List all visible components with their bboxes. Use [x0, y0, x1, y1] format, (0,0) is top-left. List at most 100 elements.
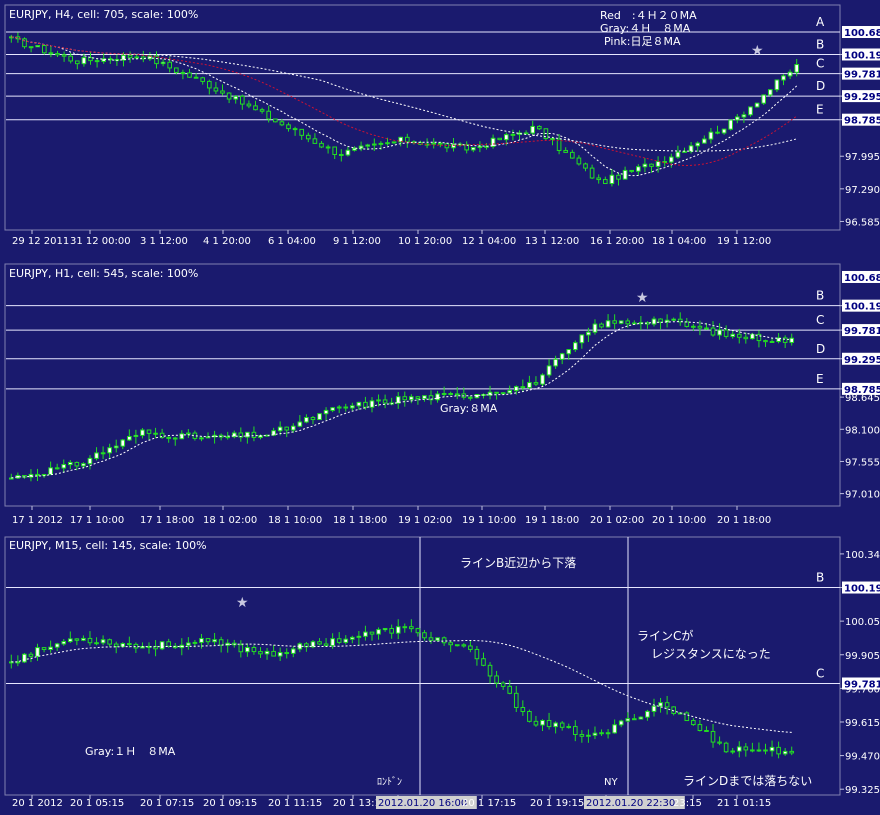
m15-candle-body: [363, 631, 368, 637]
m15-candle-body: [645, 710, 650, 718]
h1-candle-body: [61, 464, 67, 469]
h4-candle-body: [378, 142, 384, 145]
h4-candle-body: [81, 57, 87, 65]
h4-candle-body: [761, 94, 767, 104]
m15-price-tick-label: 100.340: [845, 550, 880, 561]
h4-candle-body: [477, 145, 483, 149]
h4-level-tag-label: 99.295: [844, 92, 880, 103]
h1-candle-body: [730, 333, 735, 337]
m15-candle-body: [776, 746, 781, 755]
h4-candle-body: [94, 60, 100, 63]
h4-candle-body: [180, 71, 186, 74]
m15-candle-body: [513, 692, 519, 709]
h4-time-tick-label: 16 1 20:00: [590, 236, 644, 247]
h1-candle-body: [527, 382, 532, 389]
m15-candle-body: [710, 730, 716, 743]
m15-candle-body: [271, 650, 276, 657]
m15-candle-body: [782, 750, 788, 755]
m15-candle-body: [638, 716, 644, 720]
h4-level-letter-c: C: [816, 57, 824, 71]
h1-candle-body: [81, 463, 86, 467]
h1-candle-body: [297, 421, 303, 427]
h1-candle-body: [697, 325, 703, 329]
h1-candle-body: [376, 399, 381, 402]
m15-star-marker: ★: [236, 595, 249, 611]
h4-candle-body: [470, 147, 476, 151]
m15-candle-body: [592, 732, 598, 736]
m15-candle-body: [87, 637, 93, 644]
h1-candle-body: [618, 320, 624, 324]
h1-candle-body: [74, 461, 80, 467]
m15-candle-body: [120, 643, 126, 647]
m15-candle-body: [330, 638, 335, 647]
h1-price-tick-label: 97.555: [845, 457, 880, 468]
h1-candle-body: [415, 396, 421, 400]
h4-candle-body: [510, 133, 516, 136]
m15-candle-body: [192, 641, 198, 644]
m15-candle-body: [166, 641, 171, 647]
h4-candle-body: [649, 163, 654, 167]
h4-candle-body: [160, 61, 166, 65]
h1-candle-body: [533, 382, 539, 385]
m15-candle-body: [107, 639, 112, 645]
m15-candle-body: [350, 636, 355, 640]
m15-candle-body: [763, 749, 768, 752]
m15-candle-body: [743, 746, 749, 751]
m15-candle-body: [199, 638, 204, 643]
m15-chart-header: EURJPY, M15, cell: 145, scale: 100%: [9, 539, 207, 552]
h4-candle-body: [167, 61, 173, 69]
h4-candle-body: [563, 149, 569, 153]
h4-candle-body: [193, 76, 199, 79]
h4-candle-body: [88, 57, 93, 62]
h1-time-tick-label: 19 1 02:00: [398, 515, 452, 526]
m15-candle-body: [612, 724, 617, 734]
m15-time-tick-label: 2012.01.20 16:00: [378, 798, 467, 809]
m15-candle-body: [736, 746, 742, 752]
h4-chart-header: EURJPY, H4, cell: 705, scale: 100%: [9, 8, 198, 21]
h1-candle-body: [540, 374, 545, 385]
m15-candle-body: [756, 749, 762, 752]
h4-candle-body: [365, 144, 371, 147]
m15-candle-body: [54, 643, 60, 648]
h1-level-tag-label: 100.195: [844, 302, 880, 313]
h1-candle-body: [409, 396, 414, 401]
m15-candle-body: [409, 626, 414, 630]
h4-candle-body: [292, 128, 298, 131]
h1-candle-body: [625, 320, 631, 325]
h1-candle-body: [48, 467, 53, 476]
h1-price-tick-label: 98.100: [845, 425, 880, 436]
h1-candle-body: [592, 323, 598, 333]
h4-time-tick-label: 9 1 12:00: [333, 236, 381, 247]
m15-candle-body: [336, 638, 342, 643]
m15-candle-body: [28, 653, 34, 657]
m15-time-tick-label: 20 1 09:15: [203, 798, 257, 809]
m15-candle-body: [290, 648, 296, 654]
chart-workspace: EURJPY, H4, cell: 705, scale: 100% Red :…: [0, 0, 880, 811]
h1-candle-body: [68, 461, 73, 466]
h4-candle-body: [325, 146, 331, 149]
h1-candle-body: [284, 426, 290, 431]
h4-candle-body: [767, 89, 773, 96]
h4-candle-body: [391, 141, 397, 144]
h4-legend-red: Red :４Ｈ２０MA: [600, 9, 697, 22]
h1-candle-body: [454, 393, 460, 396]
h1-candle-body: [448, 392, 453, 395]
h1-candle-body: [612, 320, 617, 324]
h1-candle-body: [153, 432, 158, 435]
h1-chart-header: EURJPY, H1, cell: 545, scale: 100%: [9, 267, 198, 280]
h1-candle-body: [579, 334, 585, 344]
m15-candle-body: [422, 632, 427, 639]
m15-candle-body: [487, 664, 493, 677]
h4-candle-body: [642, 163, 648, 168]
h1-candle-body: [166, 436, 171, 439]
h4-candle-body: [220, 90, 225, 94]
m15-price-tick-label: 99.470: [845, 752, 880, 763]
h4-time-tick-label: 31 12 00:00: [70, 236, 131, 247]
m15-time-tick-label: 20 1 05:15: [70, 798, 124, 809]
m15-candle-body: [540, 719, 545, 726]
h1-candle-body: [500, 392, 506, 395]
h4-candle-body: [734, 116, 740, 121]
m15-candle-body: [461, 644, 467, 647]
h1-candle-body: [146, 429, 152, 434]
h1-candle-body: [87, 457, 93, 465]
